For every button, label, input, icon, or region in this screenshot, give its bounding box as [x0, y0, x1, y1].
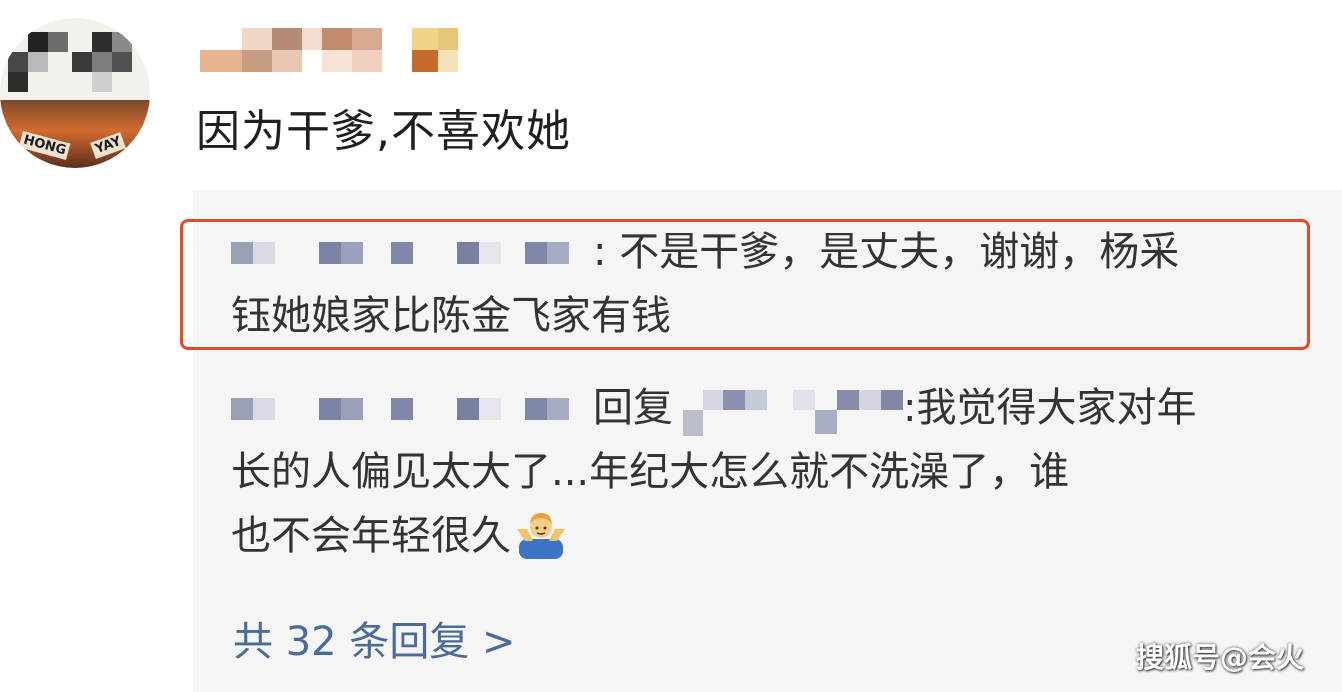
highlight-frame [180, 219, 1310, 350]
watermark: 搜狐号@会火 [1135, 641, 1304, 674]
reply-text-line1: 我觉得大家对年 [916, 385, 1197, 431]
comment-text: 因为干爹,不喜欢她 [196, 106, 571, 157]
reply-target-censored[interactable] [673, 390, 903, 436]
reply-text-line2: 长的人偏见太大了...年纪大怎么就不洗澡了，谁 [231, 449, 1070, 495]
more-replies-link[interactable]: 共 32 条回复 > [233, 612, 516, 672]
reply-to-label: 回复 [593, 385, 673, 431]
man-shrugging-emoji-icon [515, 507, 567, 559]
comment-screenshot: HONG YAY 因为干爹,不喜欢她: 不是干爹，是丈夫，谢谢，杨采 钰她娘家… [0, 0, 1342, 692]
reply-separator: : [903, 385, 917, 431]
avatar[interactable]: HONG YAY [0, 18, 150, 168]
reply-item[interactable]: 回复 :我觉得大家对年 长的人偏见太大了...年纪大怎么就不洗澡了，谁 也不会年… [231, 376, 1301, 568]
username-censored[interactable] [200, 28, 465, 78]
reply-text-line3: 也不会年轻很久 [231, 513, 511, 559]
reply-author-censored[interactable] [231, 390, 593, 430]
